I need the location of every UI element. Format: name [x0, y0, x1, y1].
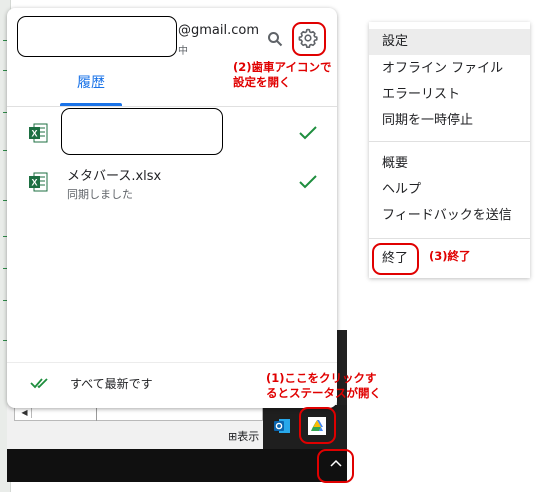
menu-item-about[interactable]: 概要: [369, 151, 530, 177]
synced-check-icon: [299, 126, 317, 140]
menu-item-error-list[interactable]: エラーリスト: [369, 82, 530, 108]
scrollbar-divider: [96, 406, 97, 421]
tab-divider: [7, 106, 337, 107]
tab-history[interactable]: 履歴: [60, 72, 122, 92]
account-subtext: 中: [178, 46, 188, 57]
annotation-circle-drive-icon: [299, 407, 336, 444]
footer-divider: [7, 362, 337, 363]
menu-separator: [369, 141, 530, 142]
menu-item-settings[interactable]: 設定: [369, 29, 530, 55]
annotation-gear-note: (2)歯車アイコンで 設定を開く: [233, 60, 332, 89]
annotation-circle-chevron: [317, 449, 354, 483]
double-check-icon: [30, 378, 48, 389]
taskbar: [7, 449, 347, 482]
menu-item-help[interactable]: ヘルプ: [369, 177, 530, 203]
menu-item-offline-files[interactable]: オフライン ファイル: [369, 56, 530, 82]
scroll-left-button[interactable]: ◀: [18, 407, 32, 418]
outlook-icon[interactable]: [273, 417, 291, 435]
redacted-file-name: [61, 108, 223, 155]
display-icon: ⊞: [228, 430, 238, 443]
annotation-tray-note: (1)ここをクリックす るとステータスが開く: [266, 371, 381, 400]
horizontal-scrollbar[interactable]: [14, 406, 263, 421]
synced-check-icon: [299, 175, 317, 189]
file-sync-status: 同期しました: [67, 188, 133, 201]
account-email: @gmail.com: [178, 23, 260, 38]
menu-item-pause-sync[interactable]: 同期を一時停止: [369, 108, 530, 134]
svg-text:X: X: [31, 178, 37, 188]
annotation-circle-gear: [292, 22, 326, 56]
svg-text:X: X: [31, 129, 37, 139]
menu-item-send-feedback[interactable]: フィードバックを送信: [369, 203, 530, 229]
file-name[interactable]: メタバース.xlsx: [67, 165, 161, 184]
redacted-account-name: [17, 16, 177, 57]
excel-file-icon: X: [29, 172, 48, 192]
settings-menu: 設定 オフライン ファイル エラーリスト 同期を一時停止 概要 ヘルプ フィード…: [369, 22, 530, 278]
search-icon[interactable]: [266, 30, 284, 48]
display-label: ⊞表示: [228, 430, 260, 443]
menu-separator: [369, 238, 530, 239]
sync-status-text: すべて最新です: [70, 377, 153, 391]
excel-file-icon: X: [29, 123, 48, 143]
annotation-circle-quit: [372, 243, 419, 275]
annotation-quit-note: (3)終了: [429, 249, 471, 263]
